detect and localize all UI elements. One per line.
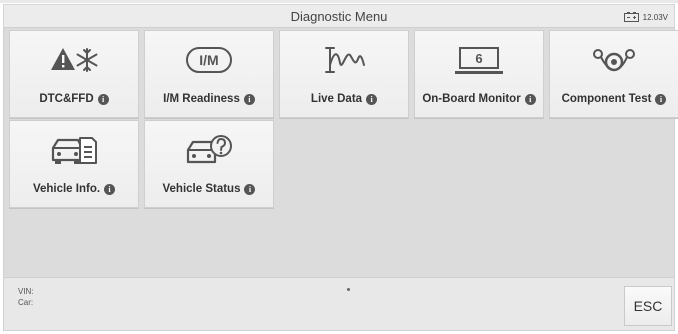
tile-dtc-ffd[interactable]: DTC&FFD i <box>9 30 139 118</box>
live-data-wave-icon <box>280 43 408 77</box>
info-icon[interactable]: i <box>524 94 536 105</box>
battery-status: 12.03V <box>623 5 668 29</box>
monitor-6-icon: 6 <box>415 43 543 77</box>
im-badge-text: I/M <box>186 47 232 73</box>
tile-label: Live Data i <box>280 93 408 105</box>
battery-icon <box>623 12 639 22</box>
tile-label: Vehicle Status i <box>145 183 273 195</box>
monitor-number: 6 <box>459 47 499 69</box>
vin-label: VIN: <box>18 287 34 296</box>
tile-live-data[interactable]: Live Data i <box>279 30 409 118</box>
component-gears-icon <box>550 43 678 77</box>
tile-label: DTC&FFD i <box>10 93 138 105</box>
tile-component-test[interactable]: Component Test i <box>549 30 678 118</box>
car-label: Car: <box>18 298 34 307</box>
tile-vehicle-status[interactable]: Vehicle Status i <box>144 120 274 208</box>
title-bar: Diagnostic Menu 12.03V <box>3 4 675 28</box>
tile-on-board-monitor[interactable]: 6 On-Board Monitor i <box>414 30 544 118</box>
info-icon[interactable]: i <box>104 184 116 195</box>
vehicle-status-icon <box>145 133 273 167</box>
function-grid: DTC&FFD i I/M I/M Readiness i Live Data i 6… <box>3 28 678 277</box>
tile-label: I/M Readiness i <box>145 93 273 105</box>
info-icon[interactable]: i <box>97 94 109 105</box>
tile-label: Vehicle Info. i <box>10 183 138 195</box>
tile-label: Component Test i <box>550 93 678 105</box>
info-icon[interactable]: i <box>244 184 256 195</box>
vehicle-info-icon <box>10 133 138 167</box>
info-icon[interactable]: i <box>243 94 255 105</box>
page-indicator-dot <box>347 288 350 291</box>
warning-snowflake-icon <box>10 43 138 77</box>
page-title: Diagnostic Menu <box>290 9 388 24</box>
info-icon[interactable]: i <box>655 94 667 105</box>
top-strip <box>0 0 678 3</box>
status-footer: VIN: Car: ESC <box>3 277 675 331</box>
battery-voltage: 12.03V <box>642 12 668 22</box>
esc-button[interactable]: ESC <box>624 286 672 326</box>
info-icon[interactable]: i <box>366 94 378 105</box>
tile-vehicle-info[interactable]: Vehicle Info. i <box>9 120 139 208</box>
tile-label: On-Board Monitor i <box>415 93 543 105</box>
tile-im-readiness[interactable]: I/M I/M Readiness i <box>144 30 274 118</box>
im-badge-icon: I/M <box>145 43 273 77</box>
